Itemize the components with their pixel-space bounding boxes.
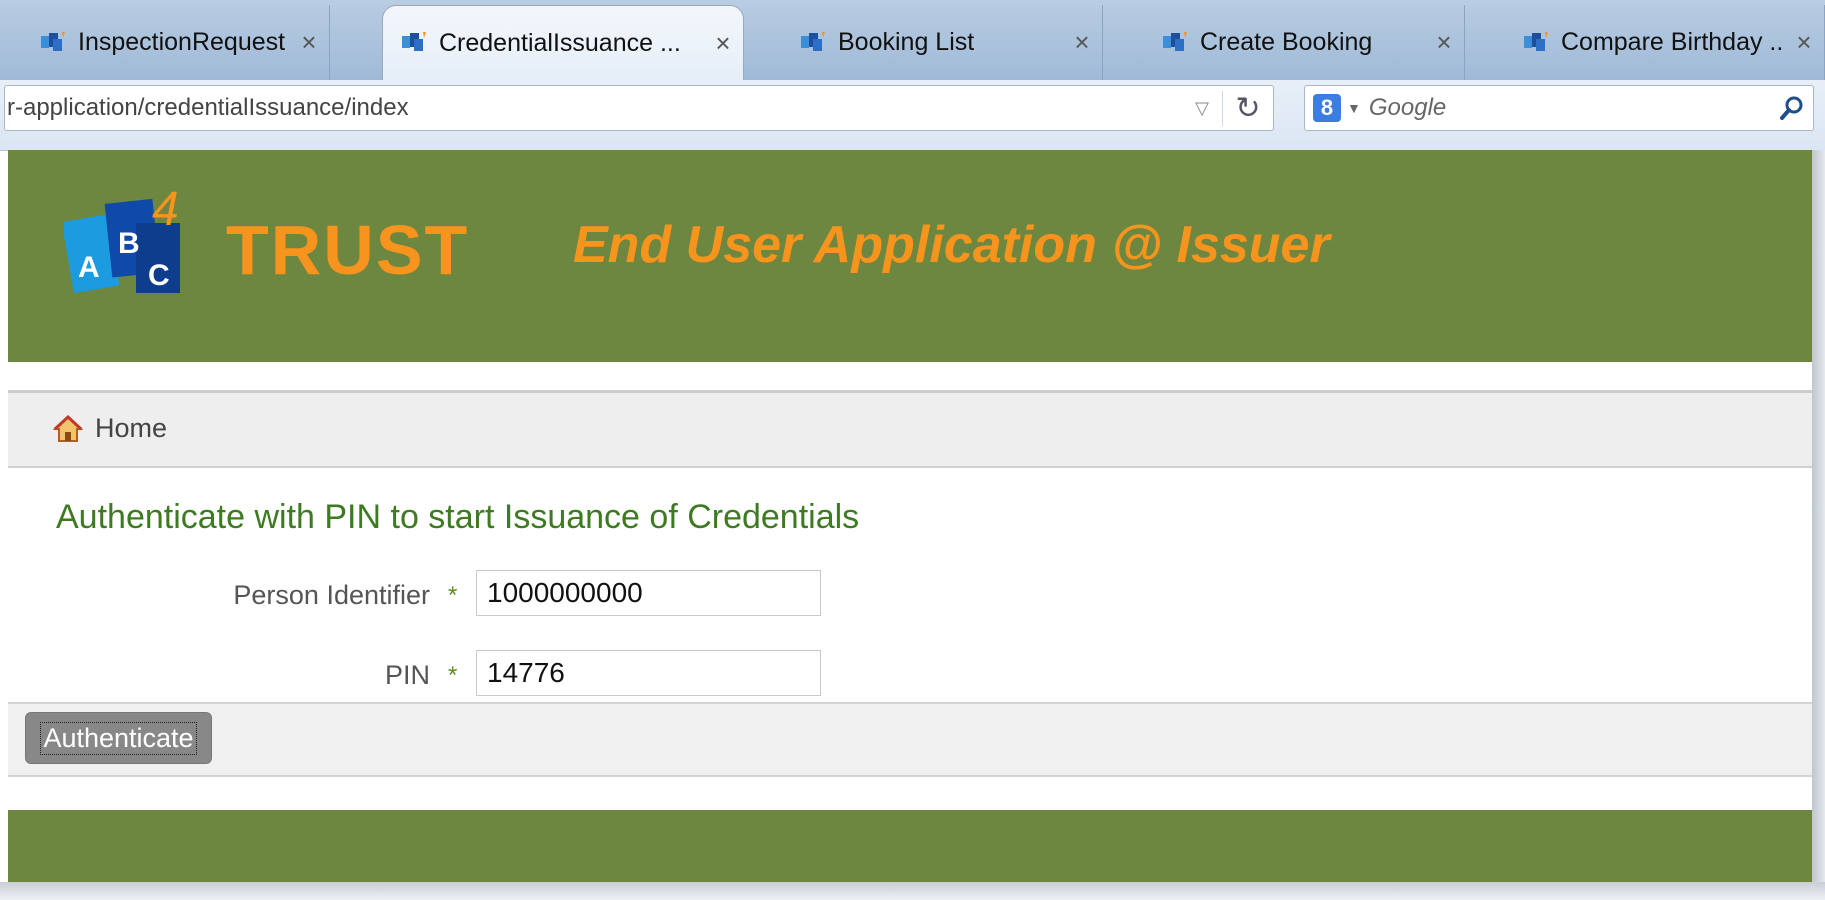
search-placeholder[interactable]: Google [1369,94,1771,122]
app-favicon-icon [1163,31,1187,51]
browser-tab[interactable]: Compare Birthday ... × [1483,5,1825,80]
logo-wordmark: TRUST [226,211,470,289]
site-footer [8,810,1812,882]
browser-tab-strip: InspectionRequest ... × CredentialIssuan… [0,0,1825,80]
pin-row: PIN * [8,650,908,700]
app-title: End User Application @ Issuer [573,216,1330,274]
google-engine-icon[interactable]: 8 [1313,94,1341,122]
window-edge-shadow [1812,150,1825,900]
tab-close-icon[interactable]: × [289,27,329,58]
browser-tab[interactable]: Booking List × [760,5,1103,80]
tab-close-icon[interactable]: × [703,28,743,59]
page-content: A B C 4 TRUST End User Application @ Iss… [8,150,1812,900]
window-bottom-shadow [0,882,1825,900]
home-icon [53,414,83,442]
authenticate-button[interactable]: Authenticate [25,712,212,764]
tab-close-icon[interactable]: × [1784,27,1824,58]
browser-tab-active[interactable]: CredentialIssuance ... × [382,5,744,80]
app-favicon-icon [1524,31,1548,51]
app-favicon-icon [41,31,65,51]
address-url[interactable]: r-application/credentialIssuance/index [5,94,1182,122]
tab-close-icon[interactable]: × [1424,27,1464,58]
tab-title: InspectionRequest ... [78,28,289,56]
logo-letter-c: C [148,259,170,292]
person-identifier-label: Person Identifier [233,580,430,610]
address-bar[interactable]: r-application/credentialIssuance/index ▽… [4,85,1274,131]
pin-input[interactable] [476,650,821,696]
tab-title: CredentialIssuance ... [439,28,681,57]
form-title: Authenticate with PIN to start Issuance … [56,498,860,536]
required-marker: * [448,582,458,609]
pin-label: PIN [384,660,430,690]
tab-close-icon[interactable]: × [1062,27,1102,58]
breadcrumb-home-label[interactable]: Home [95,413,167,444]
reload-icon[interactable]: ↻ [1222,90,1273,126]
required-marker: * [448,662,458,689]
browser-tab[interactable]: InspectionRequest ... × [0,5,330,80]
site-header: A B C 4 TRUST End User Application @ Iss… [8,150,1812,362]
person-identifier-row: Person Identifier * [8,570,908,620]
logo-number-4: 4 [152,185,179,236]
form-button-bar: Authenticate [8,702,1812,777]
tab-title: Booking List [838,28,975,56]
engine-dropdown-icon[interactable]: ▼ [1347,100,1361,116]
app-favicon-icon [801,31,825,51]
breadcrumb: Home [8,390,1812,468]
person-identifier-input[interactable] [476,570,821,616]
logo-letter-b: B [118,227,140,260]
search-icon[interactable] [1771,95,1813,121]
tab-title: Create Booking [1200,28,1373,56]
search-bar[interactable]: 8 ▼ Google [1304,85,1814,131]
tab-title: Compare Birthday ... [1561,28,1784,56]
browser-navigation-bar: r-application/credentialIssuance/index ▽… [0,80,1825,151]
app-favicon-icon [402,32,426,51]
logo-letter-a: A [78,251,100,284]
authenticate-button-label: Authenticate [40,721,197,755]
browser-tab[interactable]: Create Booking × [1122,5,1465,80]
breadcrumb-home-link[interactable]: Home [53,413,167,444]
history-dropdown-icon[interactable]: ▽ [1182,98,1222,119]
